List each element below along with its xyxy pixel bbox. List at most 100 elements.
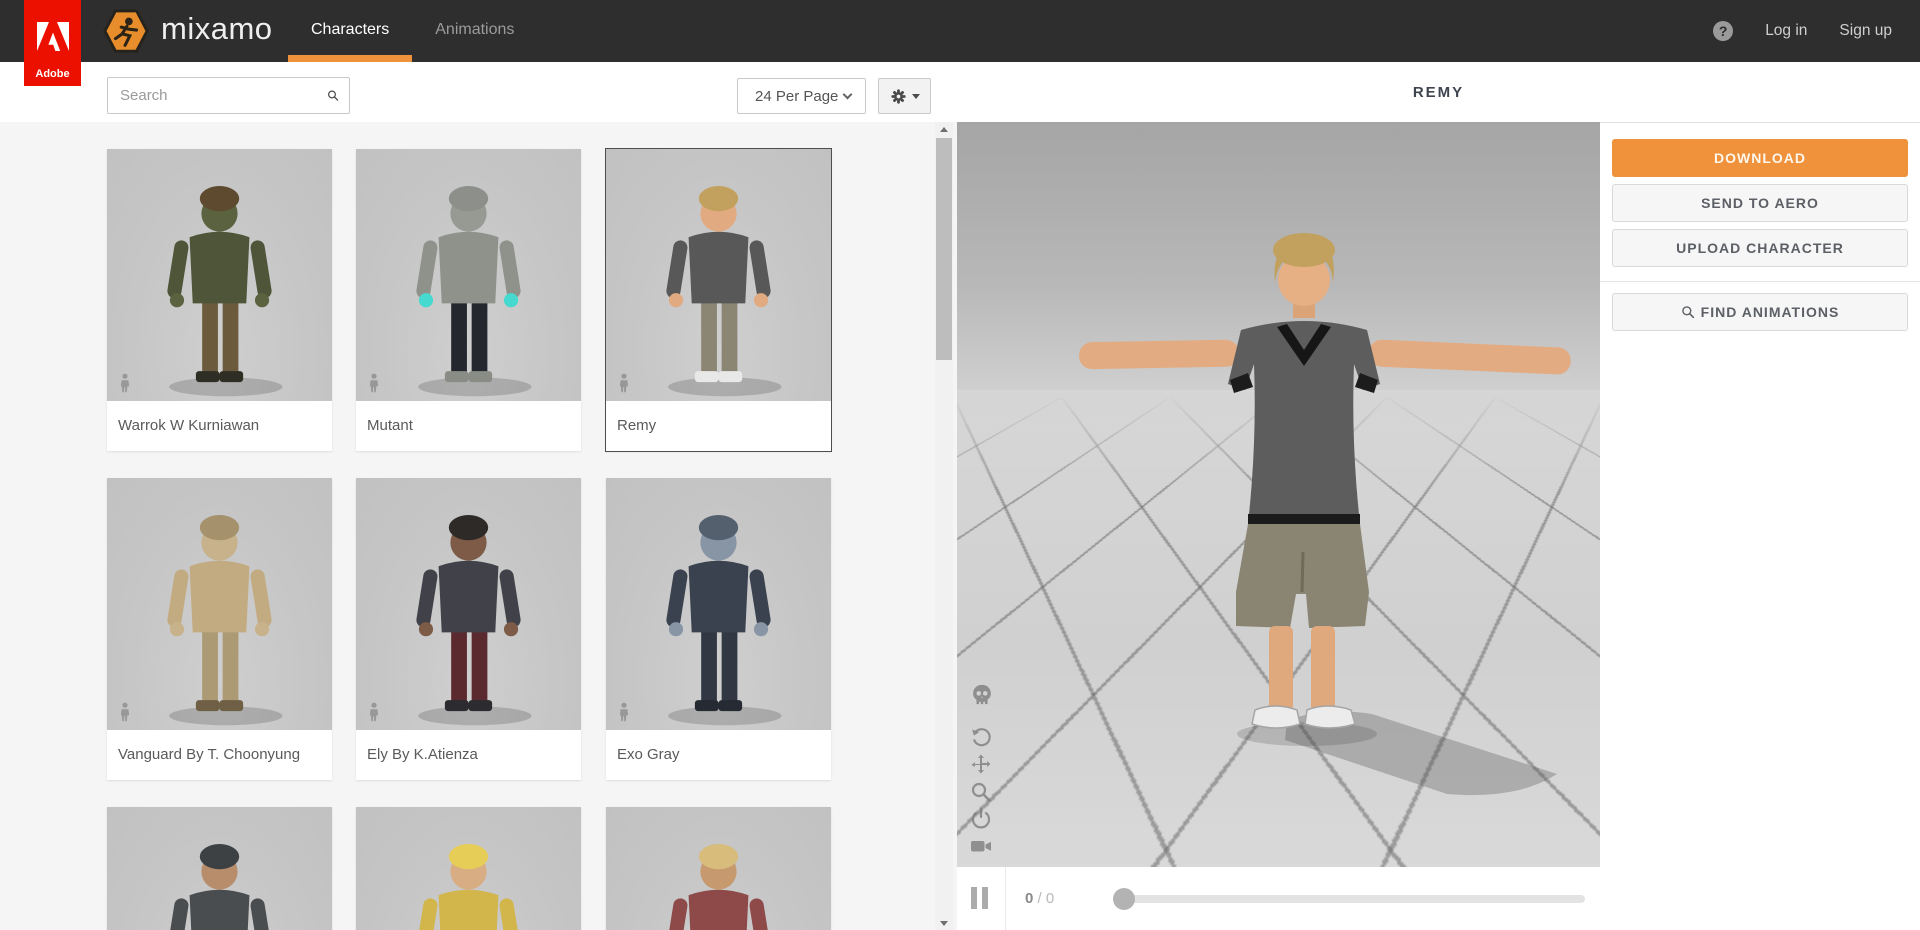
- frame-total: 0: [1046, 890, 1054, 907]
- character-model: [957, 122, 1600, 867]
- pan-icon: [969, 753, 993, 777]
- scrollbar: [935, 122, 953, 930]
- mixamo-hexagon-icon: [103, 8, 149, 54]
- reset-camera-button[interactable]: [969, 807, 993, 831]
- character-card[interactable]: Mutant: [356, 149, 581, 451]
- download-button[interactable]: DOWNLOAD: [1612, 139, 1908, 177]
- caret-down-icon: [912, 94, 920, 99]
- humanoid-type-icon: [616, 702, 632, 722]
- character-thumbnail: [606, 478, 831, 730]
- pan-camera-button[interactable]: [969, 753, 993, 777]
- character-thumbnail: [107, 149, 332, 401]
- timeline-thumb[interactable]: [1113, 888, 1135, 910]
- divider: [1600, 281, 1920, 282]
- tab-animations[interactable]: Animations: [412, 0, 537, 62]
- character-figure: [356, 807, 581, 930]
- character-figure: [606, 149, 831, 401]
- character-card[interactable]: Remy: [606, 149, 831, 451]
- character-list-panel: Warrok W Kurniawan Mutant: [0, 122, 957, 930]
- subheader: 24 Per Page REMY: [0, 62, 1920, 122]
- selected-character-title: REMY: [957, 62, 1920, 122]
- character-figure: [107, 149, 332, 401]
- zoom-camera-button[interactable]: [969, 780, 993, 804]
- orbit-camera-button[interactable]: [969, 726, 993, 750]
- skeleton-toggle-button[interactable]: [969, 682, 995, 708]
- mixamo-app: 24 Per Page REMY: [0, 0, 1920, 930]
- camera-view-button[interactable]: [969, 834, 993, 858]
- humanoid-type-icon: [366, 373, 382, 393]
- character-card[interactable]: Ely By K.Atienza: [356, 478, 581, 780]
- tab-characters[interactable]: Characters: [288, 0, 412, 62]
- timeline-slider[interactable]: [1117, 895, 1585, 903]
- mixamo-logo[interactable]: mixamo: [103, 0, 273, 62]
- adobe-logo: Adobe: [24, 0, 81, 86]
- chevron-down-icon: [843, 89, 853, 99]
- orbit-icon: [969, 726, 993, 750]
- scrollbar-thumb[interactable]: [936, 138, 952, 360]
- skull-icon: [969, 682, 995, 708]
- character-thumbnail: [356, 149, 581, 401]
- character-thumbnail: [107, 807, 332, 930]
- character-name: Mutant: [356, 401, 581, 451]
- login-link[interactable]: Log in: [1765, 22, 1807, 40]
- character-figure: [356, 478, 581, 730]
- viewer-toolbar: [969, 682, 999, 861]
- scroll-down-button[interactable]: [935, 916, 953, 930]
- adobe-label: Adobe: [35, 68, 69, 80]
- nav-right: ? Log in Sign up: [1713, 0, 1892, 62]
- character-card[interactable]: [356, 807, 581, 930]
- frame-counter: 0 / 0: [1025, 867, 1054, 930]
- character-name: Exo Gray: [606, 730, 831, 780]
- character-figure: [356, 149, 581, 401]
- per-page-value: 24 Per Page: [755, 88, 838, 105]
- humanoid-type-icon: [117, 702, 133, 722]
- frame-current: 0: [1025, 890, 1033, 907]
- frame-separator: /: [1038, 890, 1042, 907]
- search-icon[interactable]: [327, 86, 339, 105]
- search-icon: [1681, 305, 1695, 319]
- action-panel: DOWNLOAD SEND TO AERO UPLOAD CHARACTER F…: [1600, 122, 1920, 930]
- playback-bar: 0 / 0: [957, 867, 1600, 930]
- character-figure: [606, 807, 831, 930]
- reset-icon: [969, 807, 993, 831]
- nav-tabs: Characters Animations: [288, 0, 537, 62]
- character-thumbnail: [356, 807, 581, 930]
- character-card[interactable]: Vanguard By T. Choonyung: [107, 478, 332, 780]
- character-figure: [107, 807, 332, 930]
- camera-icon: [969, 834, 993, 858]
- model-viewport[interactable]: [957, 122, 1600, 867]
- help-icon[interactable]: ?: [1713, 21, 1733, 41]
- signup-link[interactable]: Sign up: [1839, 22, 1892, 40]
- mixamo-wordmark: mixamo: [161, 11, 273, 51]
- character-figure: [606, 478, 831, 730]
- character-name: Warrok W Kurniawan: [107, 401, 332, 451]
- character-thumbnail: [606, 149, 831, 401]
- humanoid-type-icon: [117, 373, 133, 393]
- character-thumbnail: [107, 478, 332, 730]
- upload-character-button[interactable]: UPLOAD CHARACTER: [1612, 229, 1908, 267]
- send-to-aero-button[interactable]: SEND TO AERO: [1612, 184, 1908, 222]
- humanoid-type-icon: [616, 373, 632, 393]
- zoom-icon: [969, 780, 993, 804]
- triangle-up-icon: [940, 127, 948, 132]
- character-card[interactable]: [107, 807, 332, 930]
- adobe-a-icon: [36, 22, 70, 52]
- find-animations-button[interactable]: FIND ANIMATIONS: [1612, 293, 1908, 331]
- character-card[interactable]: Warrok W Kurniawan: [107, 149, 332, 451]
- character-figure: [107, 478, 332, 730]
- search-input[interactable]: [108, 87, 327, 104]
- top-navbar: mixamo Characters Animations ? Log in Si…: [0, 0, 1920, 62]
- search-box: [107, 77, 350, 114]
- divider: [1005, 867, 1006, 930]
- character-name: Remy: [606, 401, 831, 451]
- pause-button[interactable]: [971, 887, 993, 909]
- scroll-up-button[interactable]: [935, 122, 953, 136]
- character-name: Ely By K.Atienza: [356, 730, 581, 780]
- settings-button[interactable]: [878, 78, 931, 114]
- per-page-select[interactable]: 24 Per Page: [737, 78, 866, 114]
- triangle-down-icon: [940, 921, 948, 926]
- character-card[interactable]: [606, 807, 831, 930]
- gear-icon: [890, 88, 907, 105]
- character-thumbnail: [606, 807, 831, 930]
- character-card[interactable]: Exo Gray: [606, 478, 831, 780]
